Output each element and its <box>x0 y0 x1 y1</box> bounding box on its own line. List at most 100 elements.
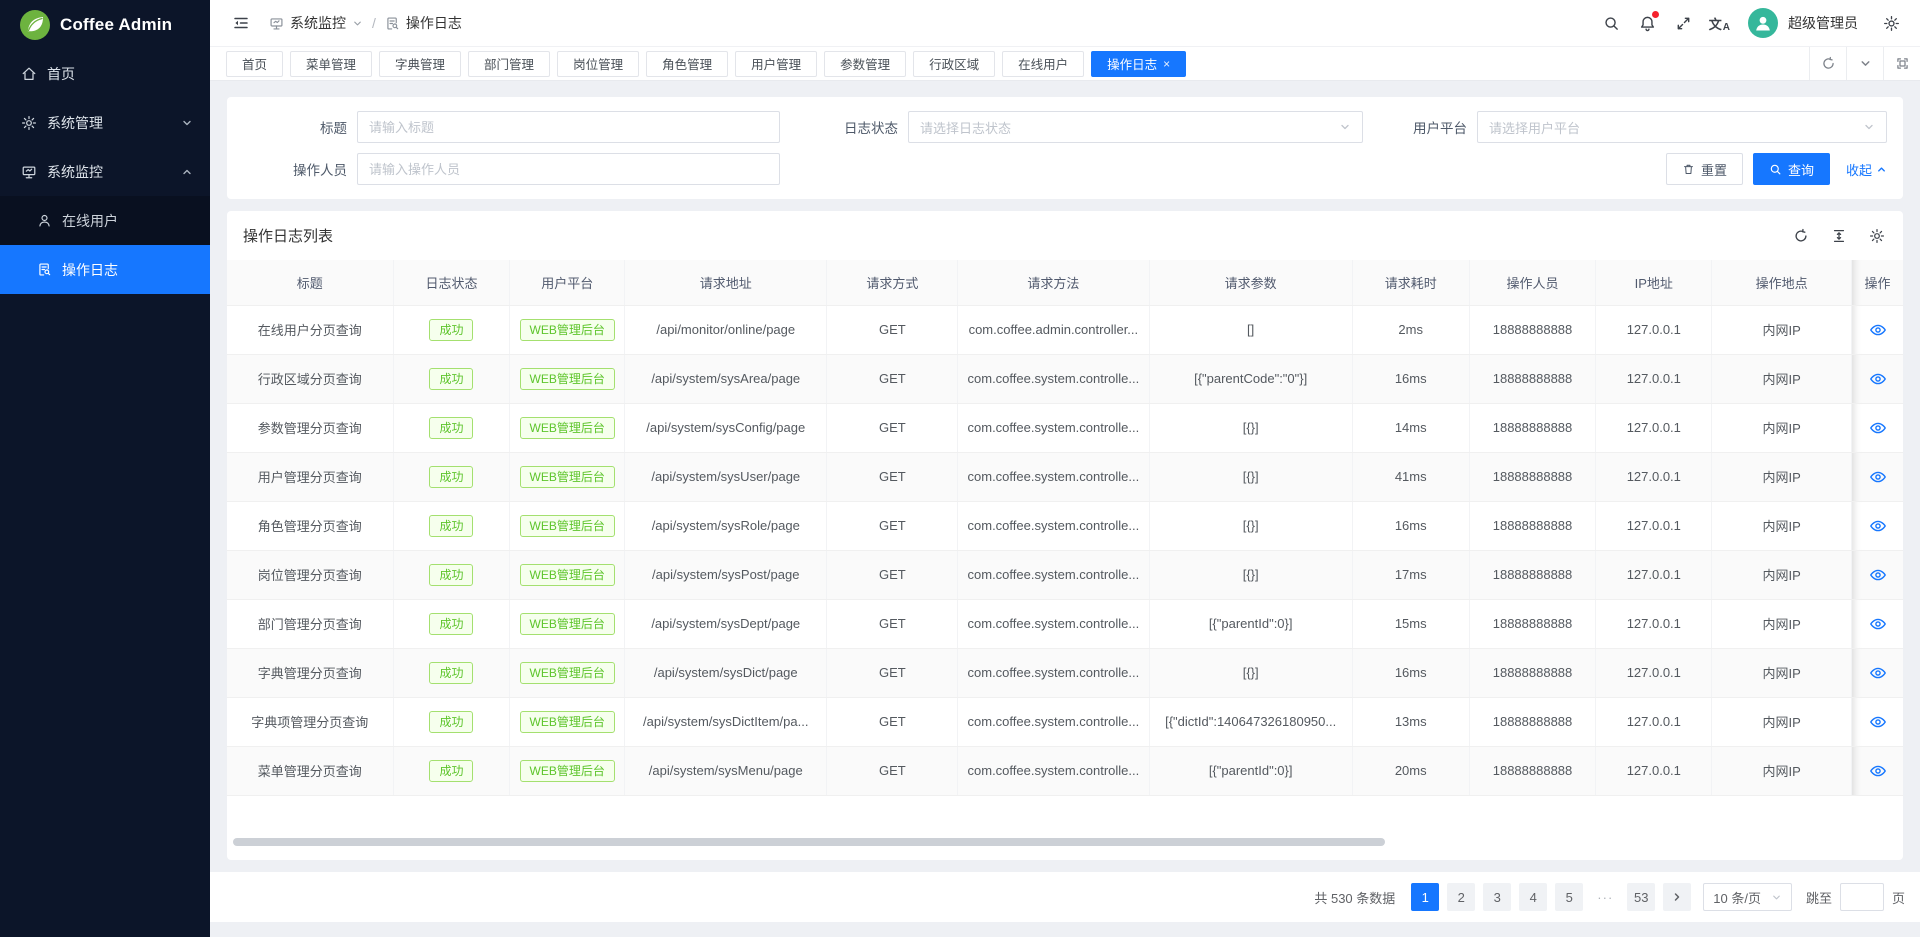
view-detail-eye-icon[interactable] <box>1869 615 1887 633</box>
table-row: 行政区域分页查询成功WEB管理后台/api/system/sysArea/pag… <box>227 354 1903 403</box>
language-icon[interactable]: 文A <box>1705 14 1734 33</box>
page-button-4[interactable]: 4 <box>1519 883 1547 911</box>
tab-在线用户[interactable]: 在线用户 <box>1002 51 1084 77</box>
cell-location: 内网IP <box>1712 599 1852 648</box>
next-page-button[interactable] <box>1663 883 1691 911</box>
tab-label: 用户管理 <box>751 54 801 73</box>
tab-岗位管理[interactable]: 岗位管理 <box>557 51 639 77</box>
collapse-filters-link[interactable]: 收起 <box>1846 160 1887 179</box>
table-row: 字典管理分页查询成功WEB管理后台/api/system/sysDict/pag… <box>227 648 1903 697</box>
sidebar-item-system-management[interactable]: 系统管理 <box>0 98 210 147</box>
view-detail-eye-icon[interactable] <box>1869 664 1887 682</box>
cell-platform: WEB管理后台 <box>510 648 625 697</box>
title-input[interactable] <box>357 111 780 143</box>
operator-input[interactable] <box>357 153 780 185</box>
view-detail-eye-icon[interactable] <box>1869 762 1887 780</box>
cell-params: [{"dictId":140647326180950... <box>1149 697 1352 746</box>
page-size-select[interactable]: 10 条/页 <box>1703 883 1792 911</box>
column-header: 操作人员 <box>1469 260 1596 305</box>
status-tag: 成功 <box>429 564 473 586</box>
cell-url: /api/system/sysUser/page <box>625 452 827 501</box>
row-density-icon[interactable] <box>1829 226 1849 246</box>
page-button-1[interactable]: 1 <box>1411 883 1439 911</box>
refresh-icon[interactable] <box>1791 226 1811 246</box>
view-detail-eye-icon[interactable] <box>1869 713 1887 731</box>
sidebar-item-operation-log[interactable]: 操作日志 <box>0 245 210 294</box>
cell-method: GET <box>827 452 958 501</box>
platform-tag: WEB管理后台 <box>520 466 615 488</box>
log-table-body: 在线用户分页查询成功WEB管理后台/api/monitor/online/pag… <box>227 305 1903 795</box>
page-button-5[interactable]: 5 <box>1555 883 1583 911</box>
tab-首页[interactable]: 首页 <box>226 51 283 77</box>
cell-operator: 18888888888 <box>1469 354 1596 403</box>
breadcrumb-item-current: 操作日志 <box>406 13 462 33</box>
cell-status: 成功 <box>393 697 510 746</box>
reset-button[interactable]: 重置 <box>1666 153 1743 185</box>
tab-label: 岗位管理 <box>573 54 623 73</box>
cell-handler: com.coffee.system.controlle... <box>958 697 1149 746</box>
page-button-3[interactable]: 3 <box>1483 883 1511 911</box>
cell-status: 成功 <box>393 403 510 452</box>
platform-placeholder: 请选择用户平台 <box>1489 118 1580 137</box>
tab-label: 操作日志 <box>1107 54 1157 73</box>
cell-ip: 127.0.0.1 <box>1596 550 1712 599</box>
search-icon[interactable] <box>1597 8 1627 38</box>
refresh-icon[interactable] <box>1809 47 1846 80</box>
tab-菜单管理[interactable]: 菜单管理 <box>290 51 372 77</box>
log-status-select[interactable]: 请选择日志状态 <box>908 111 1363 143</box>
cell-duration: 16ms <box>1352 648 1469 697</box>
view-detail-eye-icon[interactable] <box>1869 468 1887 486</box>
platform-select[interactable]: 请选择用户平台 <box>1477 111 1887 143</box>
tab-角色管理[interactable]: 角色管理 <box>646 51 728 77</box>
tab-字典管理[interactable]: 字典管理 <box>379 51 461 77</box>
view-detail-eye-icon[interactable] <box>1869 419 1887 437</box>
page-button-2[interactable]: 2 <box>1447 883 1475 911</box>
column-header: IP地址 <box>1596 260 1712 305</box>
sidebar-item-system-monitor[interactable]: 系统监控 <box>0 147 210 196</box>
jump-page-input[interactable] <box>1840 883 1884 911</box>
tab-bar: 首页菜单管理字典管理部门管理岗位管理角色管理用户管理参数管理行政区域在线用户操作… <box>210 47 1920 81</box>
current-user-name[interactable]: 超级管理员 <box>1788 13 1858 33</box>
maximize-icon[interactable] <box>1883 47 1920 80</box>
cell-url: /api/system/sysDict/page <box>625 648 827 697</box>
log-table-card: 操作日志列表 <box>227 211 1903 860</box>
view-detail-eye-icon[interactable] <box>1869 321 1887 339</box>
tab-label: 行政区域 <box>929 54 979 73</box>
column-settings-gear-icon[interactable] <box>1867 226 1887 246</box>
settings-gear-icon[interactable] <box>1876 8 1906 38</box>
sidebar-item-online-users[interactable]: 在线用户 <box>0 196 210 245</box>
view-detail-eye-icon[interactable] <box>1869 517 1887 535</box>
fullscreen-icon[interactable] <box>1669 8 1699 38</box>
search-button[interactable]: 查询 <box>1753 153 1830 185</box>
cell-operation <box>1852 354 1903 403</box>
view-detail-eye-icon[interactable] <box>1869 370 1887 388</box>
cell-operation <box>1852 305 1903 354</box>
chevron-down-icon[interactable] <box>352 18 363 29</box>
tab-部门管理[interactable]: 部门管理 <box>468 51 550 77</box>
page-button-53[interactable]: 53 <box>1627 883 1655 911</box>
breadcrumb-item-monitor[interactable]: 系统监控 <box>290 13 346 33</box>
tab-label: 首页 <box>242 54 267 73</box>
tab-操作日志[interactable]: 操作日志 × <box>1091 51 1186 77</box>
tab-参数管理[interactable]: 参数管理 <box>824 51 906 77</box>
sidebar-collapse-button[interactable] <box>226 8 256 38</box>
notification-bell-icon[interactable] <box>1633 8 1663 38</box>
close-icon[interactable]: × <box>1163 58 1170 70</box>
sidebar-item-home[interactable]: 首页 <box>0 49 210 98</box>
tab-行政区域[interactable]: 行政区域 <box>913 51 995 77</box>
chevron-down-icon[interactable] <box>1846 47 1883 80</box>
cell-status: 成功 <box>393 452 510 501</box>
cell-platform: WEB管理后台 <box>510 305 625 354</box>
cell-ip: 127.0.0.1 <box>1596 501 1712 550</box>
cell-handler: com.coffee.system.controlle... <box>958 599 1149 648</box>
view-detail-eye-icon[interactable] <box>1869 566 1887 584</box>
cell-duration: 16ms <box>1352 354 1469 403</box>
logo[interactable]: Coffee Admin <box>0 0 210 49</box>
cell-url: /api/system/sysDept/page <box>625 599 827 648</box>
cell-url: /api/monitor/online/page <box>625 305 827 354</box>
tab-用户管理[interactable]: 用户管理 <box>735 51 817 77</box>
avatar[interactable] <box>1748 8 1778 38</box>
horizontal-scrollbar[interactable] <box>233 838 1385 846</box>
cell-params: [{}] <box>1149 648 1352 697</box>
breadcrumb-separator: / <box>372 15 376 31</box>
